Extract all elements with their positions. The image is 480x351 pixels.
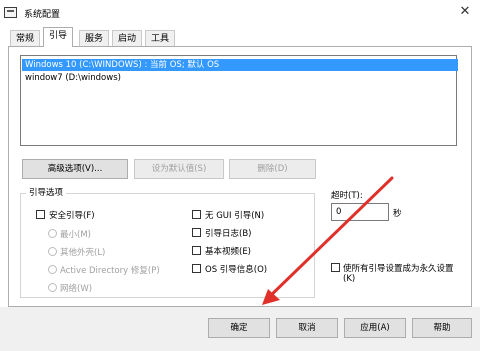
tab-startup[interactable]: 启动 (112, 30, 143, 46)
list-item[interactable]: window7 (D:\windows) (22, 72, 121, 84)
alternate-shell-label: 其他外壳(L) (60, 248, 106, 258)
set-default-button[interactable]: 设为默认值(S) (134, 159, 224, 179)
base-video-checkbox[interactable] (192, 246, 201, 255)
base-video-label: 基本视频(E) (205, 247, 252, 257)
cancel-button[interactable]: 取消 (276, 318, 338, 338)
alternate-shell-radio[interactable] (48, 247, 57, 256)
network-label: 网络(W) (60, 284, 93, 294)
boot-log-checkbox[interactable] (192, 228, 201, 237)
apply-button[interactable]: 应用(A) (344, 318, 406, 338)
close-button[interactable]: ✕ (452, 2, 478, 22)
safe-boot-label: 安全引导(F) (49, 211, 95, 221)
minimal-label: 最小(M) (60, 230, 91, 240)
os-boot-info-label: OS 引导信息(O) (205, 265, 268, 275)
network-radio[interactable] (48, 283, 57, 292)
timeout-input[interactable]: 0 (331, 203, 389, 221)
no-gui-boot-checkbox[interactable] (192, 210, 201, 219)
list-item[interactable]: Windows 10 (C:\WINDOWS) : 当前 OS; 默认 OS (22, 59, 458, 71)
tab-boot[interactable]: 引导 (43, 27, 74, 47)
minimal-radio[interactable] (48, 229, 57, 238)
active-directory-radio[interactable] (48, 265, 57, 274)
timeout-label: 超时(T): (331, 191, 363, 201)
help-button[interactable]: 帮助 (412, 318, 472, 338)
title-bar: 系统配置 ✕ (0, 0, 480, 26)
system-config-icon (4, 7, 17, 18)
boot-os-list[interactable]: Windows 10 (C:\WINDOWS) : 当前 OS; 默认 OS w… (20, 55, 458, 146)
delete-button[interactable]: 删除(D) (229, 159, 316, 179)
tab-services[interactable]: 服务 (79, 30, 110, 46)
os-boot-info-checkbox[interactable] (192, 264, 201, 273)
advanced-options-button[interactable]: 高级选项(V)... (22, 159, 128, 179)
active-directory-label: Active Directory 修复(P) (60, 266, 160, 276)
safe-boot-checkbox[interactable] (36, 210, 45, 219)
make-permanent-checkbox[interactable] (331, 263, 340, 272)
tab-general[interactable]: 常规 (10, 30, 41, 46)
make-permanent-shortcut: (K) (343, 274, 356, 284)
boot-options-label: 引导选项 (26, 186, 67, 198)
ok-button[interactable]: 确定 (208, 318, 270, 338)
timeout-unit: 秒 (393, 209, 402, 219)
no-gui-boot-label: 无 GUI 引导(N) (205, 211, 265, 221)
window-title: 系统配置 (24, 10, 61, 20)
boot-log-label: 引导日志(B) (205, 229, 252, 239)
tab-tools[interactable]: 工具 (145, 30, 176, 46)
make-permanent-label: 使所有引导设置成为永久设置 (343, 264, 454, 274)
